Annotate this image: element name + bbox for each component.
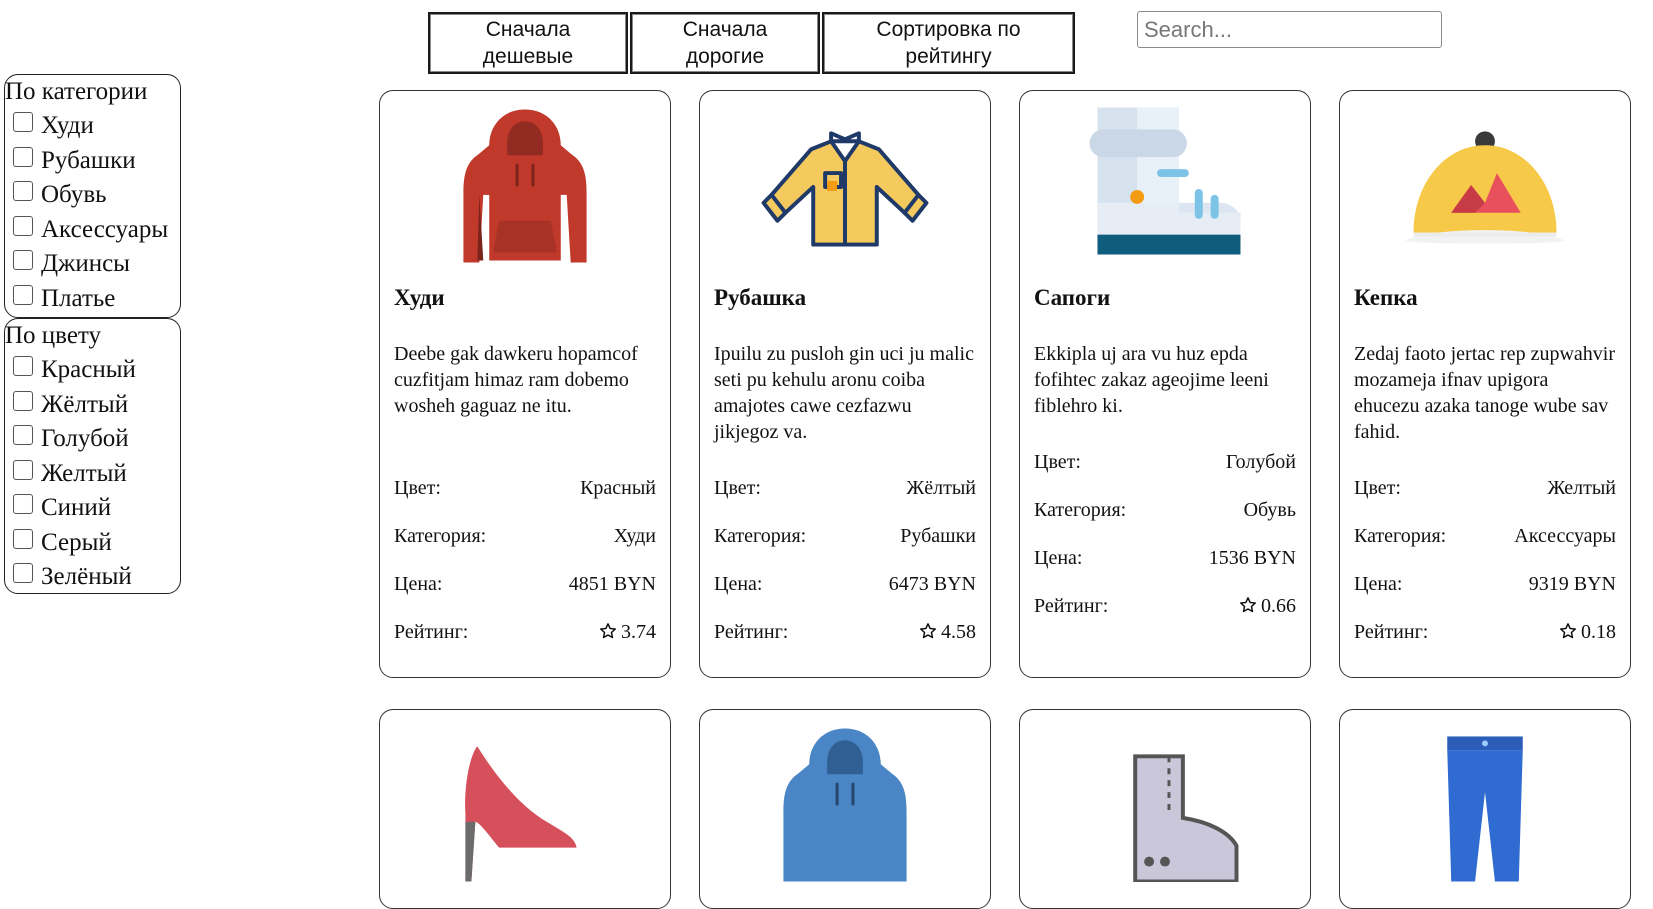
product-description: Ipuilu zu pusloh gin uci ju malic seti p… — [714, 343, 974, 443]
product-color-row: Цвет: Жёлтый — [714, 477, 976, 499]
checkbox[interactable] — [13, 284, 33, 305]
sort-by-rating-button[interactable]: Сортировка по рейтингу — [822, 12, 1075, 74]
sort-cheap-first-button[interactable]: Сначала дешевые — [428, 12, 628, 74]
color-option-yellow-2[interactable]: Желтый — [5, 457, 180, 492]
product-category-row: Категория: Аксессуары — [1354, 525, 1616, 547]
checkbox[interactable] — [13, 250, 33, 271]
category-option-shirts[interactable]: Рубашки — [5, 144, 180, 179]
checkbox[interactable] — [13, 112, 33, 133]
product-card[interactable] — [1339, 709, 1631, 909]
star-icon — [1560, 623, 1576, 639]
category-option-jeans[interactable]: Джинсы — [5, 247, 180, 282]
color-filter-title: По цвету — [5, 322, 102, 349]
color-option-blue[interactable]: Синий — [5, 491, 180, 526]
sort-expensive-first-button[interactable]: Сначала дорогие — [630, 12, 820, 74]
product-description: Zedaj faoto jertac rep zupwahvir mozamej… — [1354, 343, 1615, 443]
category-option-hoodie[interactable]: Худи — [5, 109, 180, 144]
category-option-dress[interactable]: Платье — [5, 282, 180, 317]
product-rating-row: Рейтинг: 0.66 — [1034, 595, 1296, 617]
product-name: Кепка — [1354, 285, 1418, 310]
checkbox[interactable] — [13, 356, 33, 377]
checkbox[interactable] — [13, 459, 33, 480]
star-icon — [1240, 597, 1256, 613]
checkbox[interactable] — [13, 425, 33, 446]
checkbox[interactable] — [13, 494, 33, 515]
product-category-row: Категория: Худи — [394, 525, 656, 547]
blue-hoodie-icon — [783, 728, 907, 882]
product-color-row: Цвет: Голубой — [1034, 451, 1296, 473]
yellow-shirt-icon — [761, 131, 929, 247]
jeans-icon — [1447, 736, 1523, 882]
checkbox[interactable] — [13, 390, 33, 411]
product-category-row: Категория: Обувь — [1034, 499, 1296, 521]
product-color-row: Цвет: Красный — [394, 477, 656, 499]
product-color-row: Цвет: Желтый — [1354, 477, 1616, 499]
star-icon — [600, 623, 616, 639]
color-option-yellow[interactable]: Жёлтый — [5, 388, 180, 423]
search-input[interactable] — [1137, 11, 1442, 48]
product-price-row: Цена: 1536 BYN — [1034, 547, 1296, 569]
color-option-lightblue[interactable]: Голубой — [5, 422, 180, 457]
product-card[interactable] — [699, 709, 991, 909]
checkbox[interactable] — [13, 563, 33, 584]
product-card[interactable]: Худи Deebe gak dawkeru hopamcof cuzfitja… — [379, 90, 671, 678]
category-option-accessories[interactable]: Аксессуары — [5, 213, 180, 248]
gray-boot-icon — [1133, 754, 1239, 882]
checkbox[interactable] — [13, 181, 33, 202]
color-option-gray[interactable]: Серый — [5, 526, 180, 561]
category-option-shoes[interactable]: Обувь — [5, 178, 180, 213]
product-name: Сапоги — [1034, 285, 1111, 310]
product-card[interactable]: Сапоги Ekkipla uj ara vu huz epda fofiht… — [1019, 90, 1311, 678]
product-card[interactable]: Кепка Zedaj faoto jertac rep zupwahvir m… — [1339, 90, 1631, 678]
product-price-row: Цена: 6473 BYN — [714, 573, 976, 595]
product-price-row: Цена: 4851 BYN — [394, 573, 656, 595]
product-category-row: Категория: Рубашки — [714, 525, 976, 547]
product-name: Худи — [394, 285, 445, 310]
boot-icon — [1089, 107, 1241, 255]
product-description: Ekkipla uj ara vu huz epda fofihtec zaka… — [1034, 343, 1269, 417]
category-filter: По категории Худи Рубашки Обувь Аксессуа… — [4, 74, 181, 318]
product-name: Рубашка — [714, 285, 807, 310]
red-hoodie-icon — [463, 109, 587, 263]
color-option-green[interactable]: Зелёный — [5, 560, 180, 595]
sort-bar: Сначала дешевые Сначала дорогие Сортиров… — [428, 12, 1075, 74]
product-card[interactable] — [379, 709, 671, 909]
star-icon — [920, 623, 936, 639]
color-filter: По цвету Красный Жёлтый Голубой Желтый С… — [4, 318, 181, 594]
product-rating-row: Рейтинг: 0.18 — [1354, 621, 1616, 643]
product-description: Deebe gak dawkeru hopamcof cuzfitjam him… — [394, 343, 638, 417]
product-rating-row: Рейтинг: 3.74 — [394, 621, 656, 643]
color-option-red[interactable]: Красный — [5, 353, 180, 388]
product-rating-row: Рейтинг: 4.58 — [714, 621, 976, 643]
product-card[interactable] — [1019, 709, 1311, 909]
checkbox[interactable] — [13, 146, 33, 167]
high-heel-icon — [465, 746, 577, 882]
product-card[interactable]: Рубашка Ipuilu zu pusloh gin uci ju mali… — [699, 90, 991, 678]
checkbox[interactable] — [13, 528, 33, 549]
category-filter-title: По категории — [5, 78, 148, 105]
product-price-row: Цена: 9319 BYN — [1354, 573, 1616, 595]
checkbox[interactable] — [13, 215, 33, 236]
yellow-cap-icon — [1405, 131, 1565, 244]
